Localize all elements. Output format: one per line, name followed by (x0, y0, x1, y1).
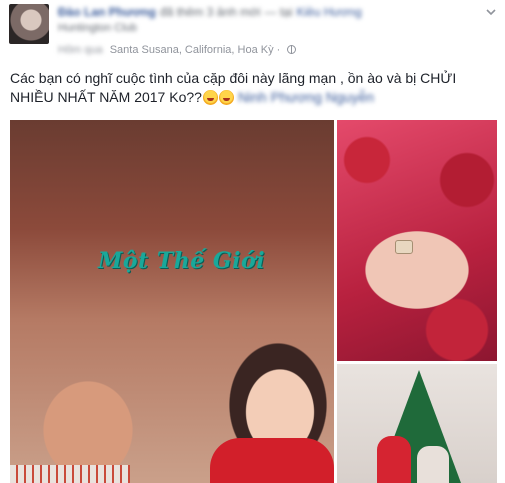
header-action-text: đã thêm 3 ảnh mới (159, 5, 261, 19)
photo-christmas-tree[interactable] (337, 364, 497, 483)
photo-detail-ring (395, 240, 413, 254)
laughing-emoji-icon (218, 90, 234, 105)
laughing-emoji-icon (202, 90, 218, 105)
mention-link[interactable]: Ninh Phương Nguyễn (238, 89, 374, 105)
globe-icon[interactable] (287, 45, 297, 54)
photo-watermark: Một Thế Giới (98, 248, 266, 274)
photo-main[interactable]: Một Thế Giới (10, 120, 334, 483)
tagged-place[interactable]: Kiều Hương (297, 5, 362, 19)
location[interactable]: Santa Susana, California, Hoa Kỳ (110, 44, 274, 56)
avatar[interactable] (9, 4, 49, 44)
tag-prefix: — tại (264, 5, 293, 19)
separator: · (276, 44, 281, 56)
post-header: Đào Lan Phương đã thêm 3 ảnh mới — tại Kiều… (58, 5, 458, 21)
post-meta: Hôm qua Santa Susana, California, Hoa Kỳ… (58, 44, 297, 56)
chevron-down-icon[interactable] (485, 6, 497, 18)
photo-detail-dress (210, 438, 334, 483)
header-line-2[interactable]: Huntington Club (58, 22, 137, 34)
photo-detail-person (417, 446, 449, 483)
facebook-post: Đào Lan Phương đã thêm 3 ảnh mới — tại Kiều… (0, 0, 505, 483)
timestamp[interactable]: Hôm qua (58, 44, 103, 56)
photo-detail-jacket (10, 465, 130, 483)
photo-ring[interactable] (337, 120, 497, 361)
post-message: Các bạn có nghĩ cuộc tình của cặp đôi nà… (10, 69, 480, 107)
author-name[interactable]: Đào Lan Phương (58, 5, 156, 19)
photo-detail-person (377, 436, 411, 483)
